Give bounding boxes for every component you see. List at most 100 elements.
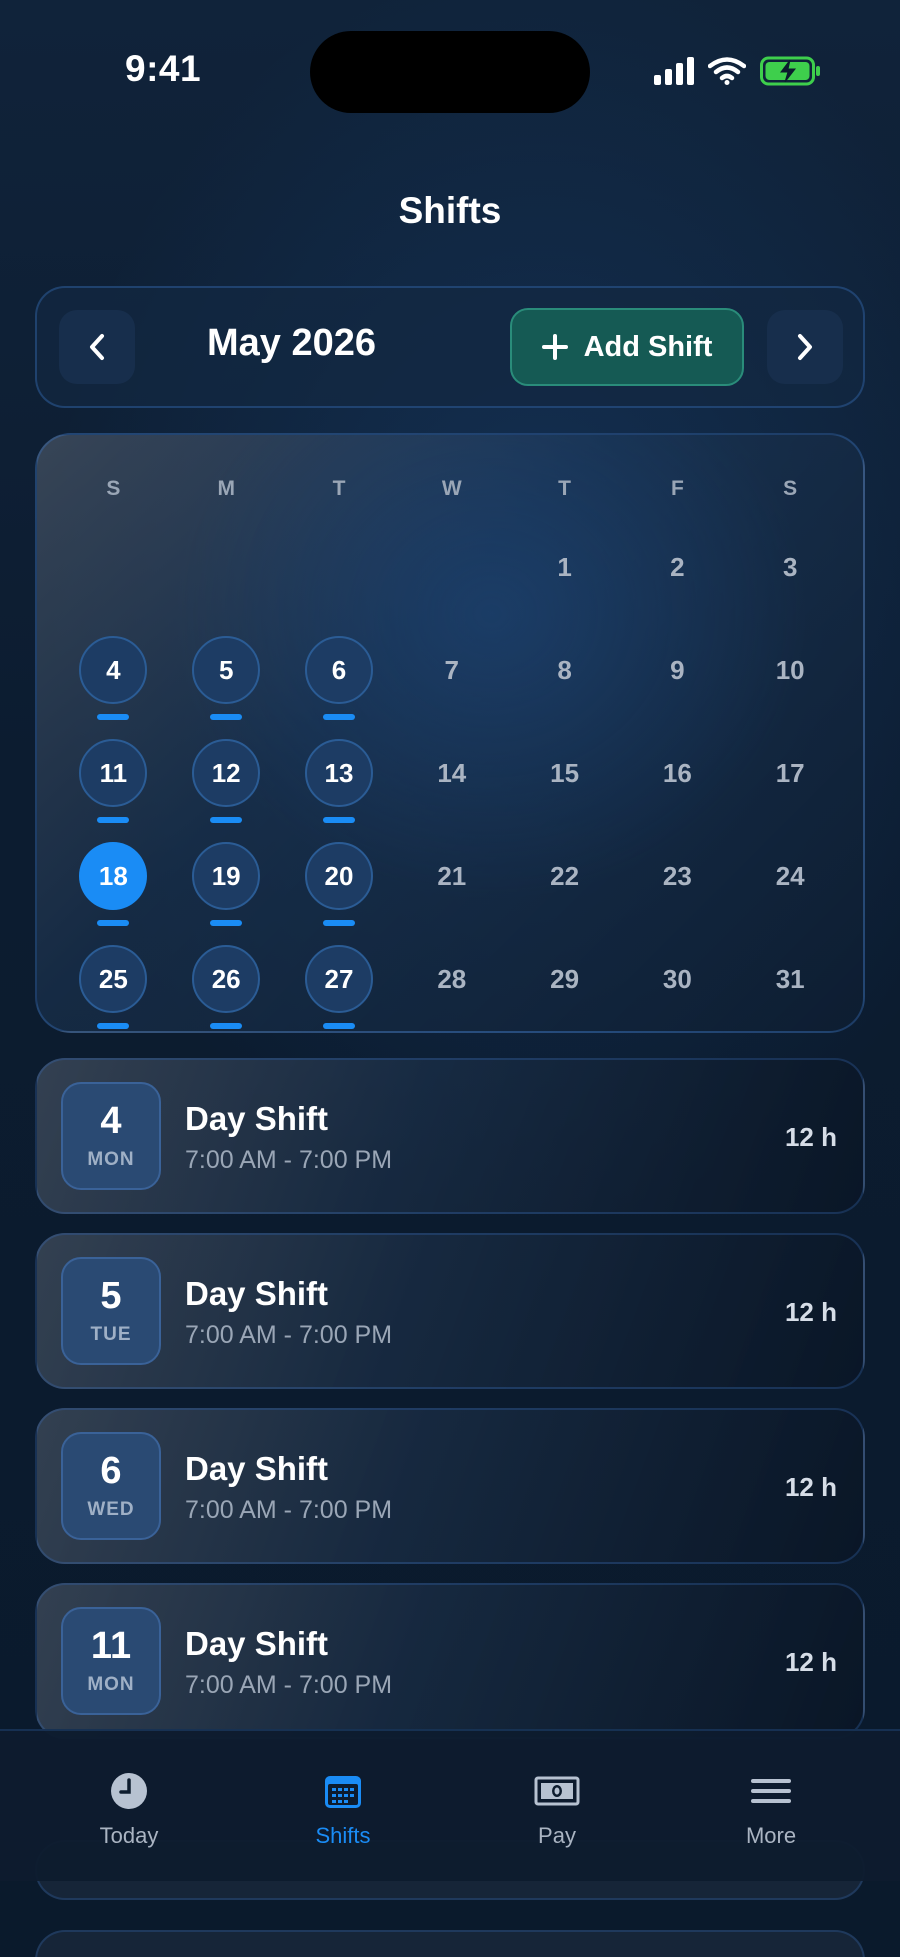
calendar-day[interactable]: 17: [734, 717, 847, 820]
tab-label: More: [745, 1823, 797, 1848]
day-number: 5: [192, 636, 261, 704]
weekday-label: W: [441, 477, 462, 500]
calendar-grid: SMTWTFS 1 2 3 4 5 6 7 8 9 10 11 12 13 14 15 16 17 18 19 20 2…: [57, 435, 847, 1029]
shift-title: Day Shift: [185, 1450, 329, 1487]
day-number: 11: [79, 739, 148, 807]
calendar-day[interactable]: 7: [395, 614, 508, 717]
calendar-day[interactable]: 8: [508, 614, 621, 717]
calendar-day[interactable]: 22: [508, 820, 621, 923]
weekday-header-row: SMTWTFS: [57, 435, 847, 511]
calendar-day[interactable]: 11: [57, 717, 170, 823]
calendar-day[interactable]: 10: [734, 614, 847, 717]
shift-day-number: 5: [100, 1275, 122, 1317]
weekday-label: S: [783, 477, 798, 500]
calendar-day[interactable]: 20: [283, 820, 396, 926]
day-number: 13: [304, 739, 373, 807]
tab-pay[interactable]: Pay: [450, 1731, 664, 1881]
shift-card-partial: [35, 1930, 865, 1957]
calendar-day[interactable]: 21: [395, 820, 508, 923]
day-number: 19: [192, 842, 261, 910]
calendar-day[interactable]: 15: [508, 717, 621, 820]
shift-hours: 12 h: [784, 1122, 837, 1152]
calendar-day[interactable]: 29: [508, 923, 621, 1026]
tab-shifts[interactable]: Shifts: [236, 1731, 450, 1881]
shift-card[interactable]: 5 TUE Day Shift 7:00 AM - 7:00 PM 12 h: [35, 1233, 865, 1389]
shift-time-range: 7:00 AM - 7:00 PM: [185, 1496, 393, 1524]
shift-title: Day Shift: [185, 1100, 329, 1137]
calendar-day[interactable]: 9: [621, 614, 734, 717]
shift-day-number: 4: [100, 1100, 122, 1142]
day-number: 20: [304, 842, 373, 910]
day-number: 25: [79, 945, 148, 1013]
add-shift-button[interactable]: Add Shift: [510, 308, 744, 386]
plus-icon: [541, 334, 568, 360]
day-number: 16: [662, 757, 692, 788]
chevron-left-icon: [90, 334, 104, 360]
day-number: 26: [192, 945, 261, 1013]
calendar-day[interactable]: 25: [57, 923, 170, 1029]
cash-icon: [534, 1776, 580, 1806]
shift-card[interactable]: 11 MON Day Shift 7:00 AM - 7:00 PM 12 h: [35, 1583, 865, 1739]
day-number: 6: [304, 636, 373, 704]
shift-title: Day Shift: [185, 1625, 329, 1662]
shift-card[interactable]: 4 MON Day Shift 7:00 AM - 7:00 PM 12 h: [35, 1058, 865, 1214]
status-icons: [654, 56, 822, 86]
shift-hours: 12 h: [784, 1297, 837, 1327]
calendar-day[interactable]: 27: [283, 923, 396, 1029]
tab-today[interactable]: Today: [22, 1731, 236, 1881]
shift-indicator: [210, 1023, 243, 1029]
calendar-day[interactable]: 26: [170, 923, 283, 1029]
day-number: 27: [304, 945, 373, 1013]
calendar-day[interactable]: 6: [283, 614, 396, 720]
menu-icon: [751, 1779, 791, 1803]
shift-day-number: 11: [90, 1625, 132, 1667]
day-number: 4: [79, 636, 148, 704]
calendar-empty-cell: [283, 511, 396, 614]
shift-title: Day Shift: [185, 1275, 329, 1312]
calendar-day[interactable]: 28: [395, 923, 508, 1026]
shift-time-range: 7:00 AM - 7:00 PM: [185, 1671, 393, 1699]
calendar-day[interactable]: 14: [395, 717, 508, 820]
previous-month-button[interactable]: [59, 310, 135, 384]
calendar-week-row: 11 12 13 14 15 16 17: [57, 717, 847, 823]
calendar-day[interactable]: 18: [57, 820, 170, 926]
calendar-day[interactable]: 30: [621, 923, 734, 1026]
day-number: 17: [775, 757, 805, 788]
shift-card[interactable]: 6 WED Day Shift 7:00 AM - 7:00 PM 12 h: [35, 1408, 865, 1564]
next-month-button[interactable]: [767, 310, 843, 384]
calendar-day[interactable]: 23: [621, 820, 734, 923]
shift-weekday: WED: [87, 1499, 135, 1520]
calendar-day[interactable]: 4: [57, 614, 170, 720]
shift-date-badge: 5 TUE: [61, 1257, 161, 1365]
tab-bar: Today Shifts Pay More: [0, 1729, 900, 1881]
shift-weekday: TUE: [90, 1324, 132, 1345]
calendar-day[interactable]: 16: [621, 717, 734, 820]
shift-weekday: MON: [87, 1149, 135, 1170]
shift-date-badge: 11 MON: [61, 1607, 161, 1715]
calendar-week-row: 25 26 27 28 29 30 31: [57, 923, 847, 1029]
day-number: 31: [775, 963, 805, 994]
calendar-day[interactable]: 1: [508, 511, 621, 614]
calendar-day[interactable]: 5: [170, 614, 283, 720]
calendar-day[interactable]: 12: [170, 717, 283, 823]
day-number: 12: [192, 739, 261, 807]
add-shift-label: Add Shift: [583, 330, 713, 363]
day-number: 9: [670, 654, 685, 685]
calendar-empty-cell: [170, 511, 283, 614]
day-number: 29: [550, 963, 580, 994]
calendar-day[interactable]: 13: [283, 717, 396, 823]
cellular-signal-icon: [654, 57, 694, 85]
calendar-day[interactable]: 31: [734, 923, 847, 1026]
tab-more[interactable]: More: [664, 1731, 878, 1881]
calendar-day[interactable]: 2: [621, 511, 734, 614]
shifts-screen: 9:41 Shifts May 2026 Add Shift S M T W T…: [0, 0, 900, 1957]
day-number: 3: [782, 551, 798, 582]
day-number: 24: [775, 860, 805, 891]
calendar-day[interactable]: 24: [734, 820, 847, 923]
calendar-day[interactable]: 19: [170, 820, 283, 926]
calendar-day[interactable]: 3: [734, 511, 847, 614]
dynamic-island: [310, 31, 590, 113]
calendar-empty-cell: [57, 511, 170, 614]
shift-hours: 12 h: [784, 1472, 837, 1502]
month-label: May 2026: [207, 322, 377, 364]
